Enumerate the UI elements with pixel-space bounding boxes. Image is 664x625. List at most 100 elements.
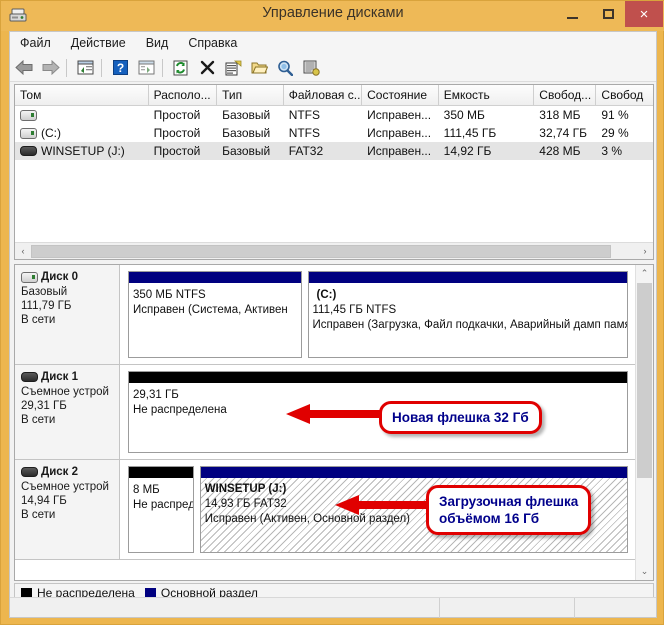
partition-unallocated-disk2[interactable]: 8 МБ Не распред <box>128 466 194 553</box>
volume-layout-cell: Простой <box>153 126 201 140</box>
scroll-left-arrow-icon[interactable]: ‹ <box>15 243 31 259</box>
partition-system-reserved-body: 350 МБ NTFS Исправен (Система, Активен <box>129 283 301 357</box>
horizontal-scroll-thumb[interactable] <box>31 244 611 258</box>
scroll-down-arrow-icon[interactable]: ⌄ <box>636 563 653 580</box>
callout-bootable-flash-drive: Загрузочная флешка объёмом 16 Гб <box>426 485 592 535</box>
minimize-icon <box>566 17 578 19</box>
menu-view[interactable]: Вид <box>146 34 179 52</box>
volume-free-space-cell: 428 МБ <box>539 144 581 158</box>
arrow-to-disk1-partition <box>286 404 391 424</box>
vertical-scroll-thumb[interactable] <box>637 283 652 478</box>
volume-status-cell: Исправен... <box>367 126 432 140</box>
volume-list-horizontal-scrollbar[interactable]: ‹ › <box>15 242 653 259</box>
minimize-button[interactable] <box>557 1 587 27</box>
volume-layout-cell: Простой <box>153 144 201 158</box>
disk-0-row[interactable]: Диск 0 Базовый 111,79 ГБ В сети 350 МБ N… <box>15 265 636 365</box>
refresh-button[interactable] <box>169 56 193 80</box>
disk-1-size: 29,31 ГБ <box>21 400 67 412</box>
arrow-to-disk2-partition <box>335 495 435 515</box>
usb-removable-icon <box>21 372 38 382</box>
column-header-type[interactable]: Тип <box>217 85 284 105</box>
volume-free-percent-cell: 91 % <box>601 108 629 122</box>
partition-bar-unallocated <box>129 372 627 383</box>
partition-c-drive[interactable]: (C:) 111,45 ГБ NTFS Исправен (Загрузка, … <box>307 271 628 358</box>
status-bar <box>10 597 656 618</box>
column-header-filesystem[interactable]: Файловая с... <box>283 85 363 105</box>
volume-type-cell: Базовый <box>222 108 271 122</box>
delete-button[interactable] <box>195 56 219 80</box>
callout-new-flash-drive: Новая флешка 32 Гб <box>379 401 542 434</box>
status-cell-3 <box>575 598 655 618</box>
title-bar: Управление дисками × <box>1 1 664 31</box>
open-icon <box>251 62 268 74</box>
help-button[interactable]: ? <box>108 56 132 80</box>
volume-filesystem-cell: FAT32 <box>288 144 324 158</box>
disk-0-info[interactable]: Диск 0 Базовый 111,79 ГБ В сети <box>15 265 120 364</box>
column-header-layout[interactable]: Располо... <box>148 85 218 105</box>
disk-1-status: В сети <box>21 414 56 426</box>
volume-name-label: WINSETUP (J:) <box>41 144 125 158</box>
partition-bar-primary <box>200 467 627 478</box>
volume-capacity-cell: 111,45 ГБ <box>443 126 497 140</box>
column-header-volume[interactable]: Том <box>15 85 149 105</box>
disk-pane-vertical-scrollbar[interactable]: ⌃ ⌄ <box>635 265 653 580</box>
maximize-icon <box>602 9 614 19</box>
menu-action[interactable]: Действие <box>71 34 136 52</box>
volume-type-cell: Базовый <box>222 126 271 140</box>
partition-system-reserved[interactable]: 350 МБ NTFS Исправен (Система, Активен <box>128 271 302 358</box>
forward-icon <box>42 60 60 75</box>
table-row[interactable]: (C:) Простой Базовый NTFS Исправен... 11… <box>15 124 653 142</box>
forward-button[interactable] <box>38 56 62 80</box>
column-header-status[interactable]: Состояние <box>362 85 439 105</box>
show-console-tree-button[interactable] <box>134 56 158 80</box>
hard-disk-volume-icon <box>20 109 37 121</box>
volume-free-space-cell: 32,74 ГБ <box>539 126 588 140</box>
disk-1-title-row: Диск 1 <box>21 371 119 383</box>
disk-2-type: Съемное устрой <box>21 481 109 493</box>
up-one-level-button[interactable] <box>73 56 97 80</box>
partition-size-fs: 350 МБ NTFS <box>133 289 206 301</box>
table-row[interactable]: Простой Базовый NTFS Исправен... 350 МБ … <box>15 106 653 124</box>
maximize-button[interactable] <box>593 1 623 27</box>
partition-bar-primary <box>308 272 627 283</box>
partition-state: Исправен (Система, Активен <box>133 304 288 316</box>
help-icon: ? <box>112 60 128 75</box>
scroll-right-arrow-icon[interactable]: › <box>637 243 653 259</box>
menu-file[interactable]: Файл <box>20 34 61 52</box>
column-header-capacity[interactable]: Емкость <box>438 85 535 105</box>
options-button[interactable] <box>299 56 323 80</box>
partition-size-fs: 111,45 ГБ NTFS <box>312 304 397 316</box>
partition-size-fs: 8 МБ <box>133 484 160 496</box>
usb-removable-volume-icon <box>20 146 37 156</box>
column-header-free-space[interactable]: Свобод... <box>534 85 597 105</box>
disk-1-title: Диск 1 <box>41 371 79 383</box>
close-button[interactable]: × <box>625 1 663 27</box>
status-cell-2 <box>440 598 575 618</box>
show-console-tree-icon <box>138 60 154 75</box>
open-button[interactable] <box>247 56 271 80</box>
rescan-disks-button[interactable] <box>273 56 297 80</box>
properties-button[interactable] <box>221 56 245 80</box>
volume-name-label: (C:) <box>41 126 61 140</box>
partition-bar-primary <box>129 272 301 283</box>
close-icon: × <box>639 5 649 23</box>
toolbar-separator-3 <box>162 58 163 77</box>
table-row[interactable]: WINSETUP (J:) Простой Базовый FAT32 Испр… <box>15 142 653 160</box>
disk-1-type: Съемное устрой <box>21 386 109 398</box>
volume-list[interactable]: Том Располо... Тип Файловая с... Состоян… <box>14 84 654 260</box>
toolbar: ? <box>10 54 656 82</box>
properties-icon <box>225 60 241 75</box>
disk-1-info[interactable]: Диск 1 Съемное устрой 29,31 ГБ В сети <box>15 365 120 459</box>
disk-management-window: Управление дисками × Файл Действие Вид С… <box>0 0 664 625</box>
disk-0-status: В сети <box>21 314 56 326</box>
hard-disk-volume-icon <box>20 127 37 139</box>
scroll-up-arrow-icon[interactable]: ⌃ <box>636 265 653 282</box>
back-button[interactable] <box>12 56 36 80</box>
column-header-free-percent[interactable]: Свобод <box>596 85 653 105</box>
partition-state: Не распред <box>133 499 193 511</box>
disk-2-title: Диск 2 <box>41 466 79 478</box>
disk-2-status: В сети <box>21 509 56 521</box>
menu-help[interactable]: Справка <box>188 34 247 52</box>
partition-bar-unallocated <box>129 467 193 478</box>
disk-2-info[interactable]: Диск 2 Съемное устрой 14,94 ГБ В сети <box>15 460 120 559</box>
